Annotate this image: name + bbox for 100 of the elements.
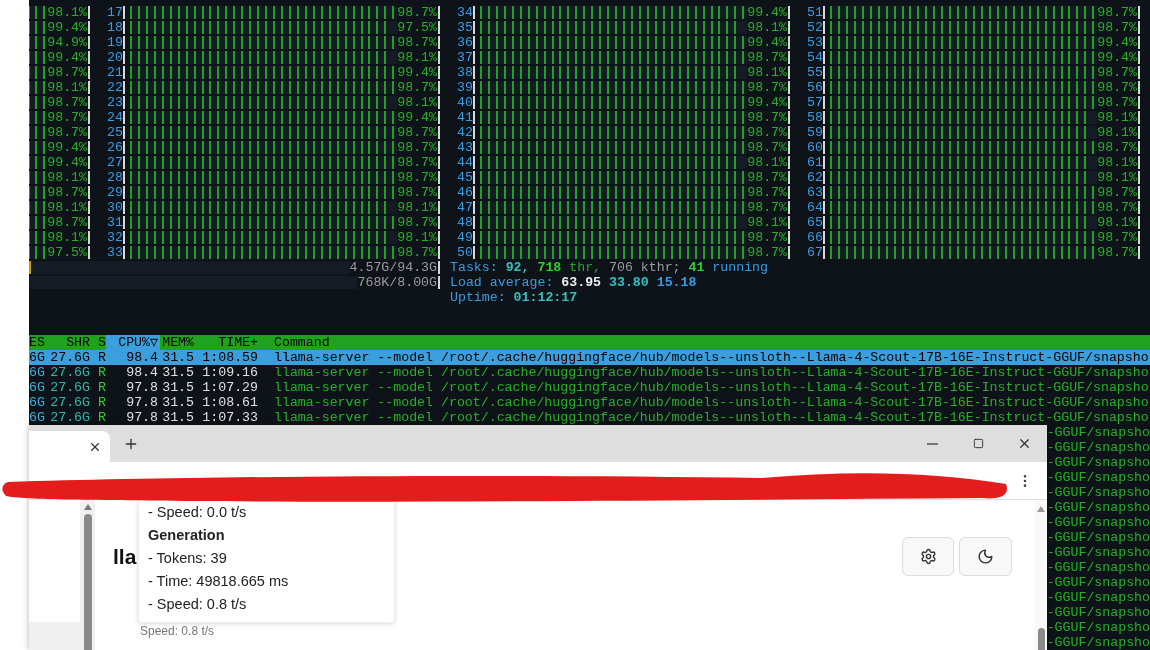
status-text: Load average: bbox=[450, 275, 554, 290]
settings-button[interactable] bbox=[902, 537, 954, 576]
cpu-reading: 99.4% bbox=[1097, 50, 1137, 65]
cpu-number: 35 bbox=[457, 20, 473, 35]
cpu-number: 53 bbox=[807, 35, 823, 50]
column-header[interactable]: MEM% bbox=[160, 335, 200, 350]
table-cell: 31.5 bbox=[162, 380, 194, 395]
table-cell: R bbox=[98, 380, 106, 395]
cpu-reading: 98.1% bbox=[47, 230, 87, 245]
status-text: 15.18 bbox=[656, 275, 697, 290]
cpu-number: 43 bbox=[457, 140, 473, 155]
table-cell: R bbox=[98, 365, 106, 380]
tooltip-line: - Time: 49818.665 ms bbox=[148, 572, 290, 591]
table-cell: R bbox=[98, 395, 106, 410]
process-row[interactable]: -GGUF/snapsho bbox=[1046, 545, 1150, 560]
cpu-number: 38 bbox=[457, 65, 473, 80]
cpu-reading: 98.1% bbox=[397, 95, 437, 110]
process-row[interactable]: 6G 27.6G R 97.8 31.5 1:08.61 llama-server --model /root/.cache/huggingface/hub/models--unsloth--Llama-4-Scout-17B-16E-Instruct-GGUF/snapsho bbox=[29, 395, 1150, 410]
cpu-number: 30 bbox=[107, 200, 123, 215]
column-header[interactable]: CPU%▽ bbox=[106, 335, 160, 350]
cpu-number: 17 bbox=[107, 5, 123, 20]
column-header[interactable]: S bbox=[90, 335, 106, 350]
cpu-reading: 98.7% bbox=[1097, 65, 1137, 80]
cpu-number: 59 bbox=[807, 125, 823, 140]
cpu-number: 48 bbox=[457, 215, 473, 230]
process-row[interactable]: -GGUF/snapsho bbox=[1046, 470, 1150, 485]
process-row[interactable]: -GGUF/snapsho bbox=[1046, 500, 1150, 515]
cpu-reading: 98.7% bbox=[1097, 140, 1137, 155]
process-row[interactable]: -GGUF/snapsho bbox=[1046, 590, 1150, 605]
cpu-number: 24 bbox=[107, 110, 123, 125]
process-row[interactable]: -GGUF/snapsho bbox=[1046, 530, 1150, 545]
process-row[interactable]: -GGUF/snapsho bbox=[1046, 605, 1150, 620]
scrollbar[interactable] bbox=[1035, 500, 1047, 650]
process-row[interactable]: 6G 27.6G R 97.8 31.5 1:07.29 llama-server --model /root/.cache/huggingface/hub/models--unsloth--Llama-4-Scout-17B-16E-Instruct-GGUF/snapsho bbox=[29, 380, 1150, 395]
cpu-reading: 99.4% bbox=[47, 155, 87, 170]
process-row[interactable]: -GGUF/snapsho bbox=[1046, 440, 1150, 455]
cpu-number: 27 bbox=[107, 155, 123, 170]
scroll-up-icon[interactable] bbox=[1037, 506, 1045, 512]
cpu-reading: 98.7% bbox=[397, 170, 437, 185]
table-cell: 98.4 bbox=[126, 365, 158, 380]
cpu-number: 47 bbox=[457, 200, 473, 215]
cpu-reading: 94.9% bbox=[47, 35, 87, 50]
cpu-reading: 97.5% bbox=[47, 245, 87, 260]
cpu-number: 54 bbox=[807, 50, 823, 65]
scrollbar-thumb[interactable] bbox=[83, 514, 92, 650]
status-text: 706 kthr; bbox=[609, 260, 681, 275]
column-header[interactable]: SHR bbox=[45, 335, 90, 350]
cpu-reading: 98.7% bbox=[397, 80, 437, 95]
cpu-reading: 98.7% bbox=[747, 245, 787, 260]
table-cell: R bbox=[98, 410, 106, 425]
process-row[interactable]: -GGUF/snapsho bbox=[1046, 575, 1150, 590]
cpu-number: 32 bbox=[107, 230, 123, 245]
page-heading: lla bbox=[113, 544, 137, 570]
cpu-reading: 98.7% bbox=[1097, 95, 1137, 110]
cpu-reading: 99.4% bbox=[47, 20, 87, 35]
scroll-up-icon[interactable] bbox=[83, 504, 92, 510]
cpu-reading: 99.4% bbox=[747, 95, 787, 110]
table-cell: 31.5 bbox=[162, 395, 194, 410]
column-header[interactable]: ES bbox=[29, 335, 45, 350]
process-row[interactable]: -GGUF/snapsho bbox=[1046, 635, 1150, 650]
cpu-reading: 98.1% bbox=[47, 80, 87, 95]
column-header[interactable]: Command bbox=[266, 335, 1150, 350]
status-text: Tasks: bbox=[450, 260, 498, 275]
cpu-number: 64 bbox=[807, 200, 823, 215]
column-header[interactable]: TIME+ bbox=[200, 335, 266, 350]
table-cell: 1:09.16 bbox=[202, 365, 258, 380]
process-row[interactable]: 6G 27.6G R 97.8 31.5 1:07.33 llama-server --model /root/.cache/huggingface/hub/models--unsloth--Llama-4-Scout-17B-16E-Instruct-GGUF/snapsho bbox=[29, 410, 1150, 425]
process-row[interactable]: -GGUF/snapsho bbox=[1046, 425, 1150, 440]
process-row[interactable]: 6G 27.6G R 98.4 31.5 1:09.16 llama-server --model /root/.cache/huggingface/hub/models--unsloth--Llama-4-Scout-17B-16E-Instruct-GGUF/snapsho bbox=[29, 365, 1150, 380]
cpu-number: 26 bbox=[107, 140, 123, 155]
process-row[interactable]: 6G 27.6G R 98.4 31.5 1:08.59 llama-server --model /root/.cache/huggingface/hub/models--unsloth--Llama-4-Scout-17B-16E-Instruct-GGUF/snapsho bbox=[29, 350, 1150, 365]
status-text: thr, bbox=[569, 260, 602, 275]
cpu-reading: 99.4% bbox=[1097, 35, 1137, 50]
cpu-reading: 98.7% bbox=[1097, 200, 1137, 215]
sidebar-panel bbox=[29, 622, 80, 650]
moon-icon bbox=[977, 548, 994, 565]
cpu-reading: 98.7% bbox=[397, 155, 437, 170]
cpu-number: 62 bbox=[807, 170, 823, 185]
process-row[interactable]: -GGUF/snapsho bbox=[1046, 455, 1150, 470]
process-row[interactable]: -GGUF/snapsho bbox=[1046, 620, 1150, 635]
table-cell: 27.6G bbox=[50, 350, 90, 365]
table-cell: 1:07.29 bbox=[202, 380, 258, 395]
cpu-reading: 98.7% bbox=[747, 140, 787, 155]
table-cell: llama-server --model /root/.cache/huggingface/hub/models--unsloth--Llama-4-Scout-17B-16E-Instruct-GGUF/snapsho bbox=[274, 380, 1149, 395]
cpu-reading: 98.7% bbox=[397, 215, 437, 230]
process-row[interactable]: -GGUF/snapsho bbox=[1046, 560, 1150, 575]
scrollbar-thumb[interactable] bbox=[1037, 628, 1045, 650]
cpu-number: 34 bbox=[457, 5, 473, 20]
status-text: 718 bbox=[537, 260, 562, 275]
theme-toggle-button[interactable] bbox=[959, 537, 1012, 576]
scrollbar[interactable] bbox=[80, 500, 95, 650]
process-row[interactable]: -GGUF/snapsho bbox=[1046, 515, 1150, 530]
cpu-reading: 98.7% bbox=[747, 170, 787, 185]
cpu-reading: 98.1% bbox=[1097, 215, 1137, 230]
table-cell: 31.5 bbox=[162, 410, 194, 425]
cpu-reading: 98.7% bbox=[747, 50, 787, 65]
cpu-reading: 98.7% bbox=[1097, 245, 1137, 260]
cpu-reading: 98.7% bbox=[747, 200, 787, 215]
process-row[interactable]: -GGUF/snapsho bbox=[1046, 485, 1150, 500]
table-cell: 31.5 bbox=[162, 350, 194, 365]
